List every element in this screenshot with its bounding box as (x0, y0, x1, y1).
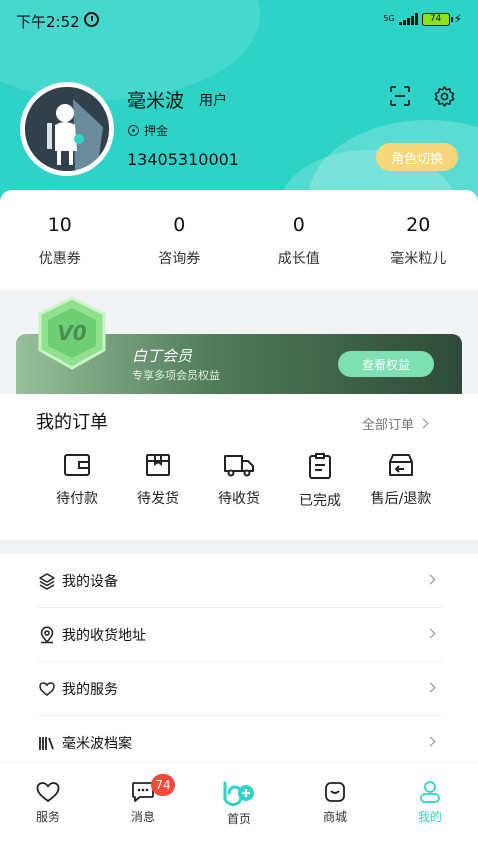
menu-list: 我的设备 我的收货地址 我的服务 毫米波档案 (0, 554, 478, 764)
menu-item-label: 我的收货地址 (62, 627, 146, 644)
menu-item-label: 我的服务 (62, 681, 118, 698)
menu-item-address[interactable]: 我的收货地址 (38, 608, 442, 662)
deposit-icon (128, 125, 139, 136)
phone-number: 13405310001 (127, 150, 239, 169)
shop-icon (325, 782, 345, 802)
tab-label: 商城 (322, 810, 347, 824)
stat-value: 10 (47, 214, 72, 236)
menu-item-services[interactable]: 我的服务 (38, 662, 442, 716)
books-icon (39, 737, 54, 750)
stat-consult-coupons[interactable]: 0 咨询券 (120, 190, 240, 290)
stat-label: 毫米粒儿 (390, 251, 447, 267)
home-icon (223, 781, 254, 807)
tab-label: 我的 (417, 810, 442, 824)
refund-icon (389, 454, 413, 476)
stats-card: 10 优惠券 0 咨询券 0 成长值 20 毫米粒儿 (0, 190, 478, 290)
charging-icon: ⚡ (453, 12, 462, 26)
scan-icon[interactable] (389, 85, 411, 107)
order-label: 售后/退款 (370, 491, 432, 507)
status-indicators: 5G 74 ⚡ (383, 12, 462, 26)
tab-services[interactable]: 服务 (18, 779, 78, 825)
stat-points[interactable]: 20 毫米粒儿 (359, 190, 478, 290)
clipboard-icon (309, 453, 331, 479)
stat-value: 0 (173, 214, 186, 236)
chevron-right-icon (425, 628, 436, 639)
deposit-info[interactable]: 押金 (128, 122, 168, 139)
menu-item-label: 毫米波档案 (62, 736, 132, 752)
stat-coupons[interactable]: 10 优惠券 (0, 190, 120, 290)
all-orders-link[interactable]: 全部订单 (362, 414, 429, 433)
member-badge-text: V0 (57, 321, 86, 345)
network-label: 5G (383, 14, 395, 23)
avatar[interactable] (20, 82, 114, 176)
signal-icon (398, 13, 418, 25)
order-pending-shipment[interactable]: 待发货 (118, 452, 198, 508)
orders-section: 我的订单 全部订单 待付款 待发货 待收货 已完成 售后/退款 (0, 394, 478, 540)
stat-value: 0 (292, 214, 305, 236)
tab-mine[interactable]: 我的 (400, 779, 460, 825)
battery-icon: 74 (421, 12, 453, 26)
unread-badge: 74 (151, 774, 175, 796)
stat-label: 成长值 (277, 251, 320, 267)
order-pending-payment[interactable]: 待付款 (37, 452, 117, 508)
tab-label: 首页 (226, 812, 251, 826)
chevron-right-icon (425, 682, 436, 693)
chevron-right-icon (425, 736, 436, 747)
member-title: 白丁会员 (132, 347, 193, 365)
wallet-icon (64, 454, 90, 476)
menu-item-label: 我的设备 (62, 573, 118, 590)
order-label: 待付款 (56, 491, 98, 507)
order-label: 待收货 (218, 491, 260, 507)
stat-growth[interactable]: 0 成长值 (239, 190, 359, 290)
heart-icon (39, 681, 55, 696)
stat-label: 优惠券 (38, 251, 81, 267)
avatar-image (25, 87, 109, 171)
layers-icon (39, 572, 55, 590)
member-subtitle: 专享多项会员权益 (132, 369, 220, 382)
order-label: 待发货 (137, 491, 179, 507)
deposit-label: 押金 (144, 124, 169, 138)
user-role: 用户 (199, 93, 227, 109)
all-orders-label: 全部订单 (362, 418, 415, 433)
member-level-badge: V0 (38, 296, 106, 370)
order-after-sales[interactable]: 售后/退款 (361, 452, 441, 508)
chevron-right-icon (425, 574, 436, 585)
tab-label: 消息 (130, 810, 155, 824)
stat-label: 咨询券 (158, 251, 201, 267)
location-icon (40, 626, 54, 643)
box-icon (146, 454, 170, 476)
user-name: 毫米波 (127, 90, 185, 112)
view-benefits-button[interactable]: 查看权益 (338, 351, 434, 377)
tab-messages[interactable]: 74 消息 (113, 774, 175, 825)
chevron-right-icon (418, 418, 429, 429)
status-time: 下午2:52 (16, 13, 80, 31)
status-bar: 下午2:52 5G 74 ⚡ (0, 0, 478, 38)
alarm-icon (84, 12, 99, 27)
heart-icon (36, 782, 60, 803)
user-icon (420, 781, 440, 803)
stat-value: 20 (406, 214, 431, 236)
tab-home[interactable]: 首页 (209, 779, 269, 827)
order-completed[interactable]: 已完成 (280, 452, 360, 510)
menu-item-devices[interactable]: 我的设备 (38, 554, 442, 608)
order-pending-receipt[interactable]: 待收货 (199, 452, 279, 508)
order-label: 已完成 (299, 493, 341, 509)
tab-shop[interactable]: 商城 (305, 779, 365, 825)
truck-icon (224, 455, 254, 477)
settings-icon[interactable] (433, 85, 456, 108)
role-switch-button[interactable]: 角色切换 (376, 143, 458, 171)
bottom-tab-bar: 服务 74 消息 首页 商城 我的 (0, 762, 478, 850)
orders-title: 我的订单 (36, 412, 108, 433)
tab-label: 服务 (35, 810, 60, 824)
